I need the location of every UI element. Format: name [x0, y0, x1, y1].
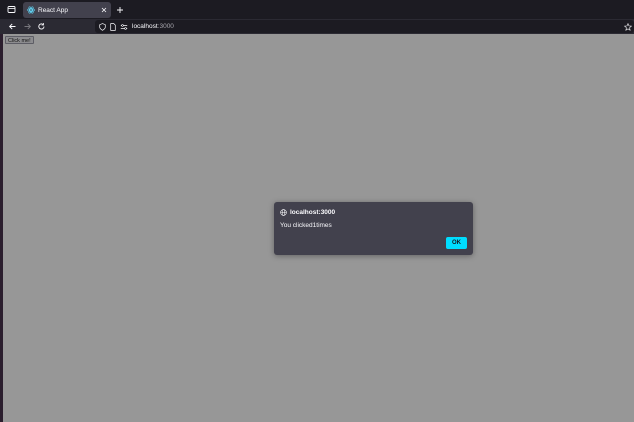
tab-title: React App [38, 6, 68, 14]
dialog-header: localhost:3000 [280, 208, 335, 217]
tab-list-icon[interactable] [5, 4, 17, 15]
nav-bar: localhost:3000 [0, 19, 634, 34]
plus-icon[interactable] [115, 4, 125, 15]
react-atom-icon [27, 6, 35, 14]
dialog-origin: localhost:3000 [290, 209, 336, 216]
page-icon[interactable] [109, 22, 117, 31]
ok-button[interactable]: OK [446, 237, 467, 249]
dialog-message: You clicked1times [280, 222, 332, 229]
shield-icon[interactable] [98, 22, 106, 31]
permissions-icon[interactable] [120, 22, 128, 31]
close-icon[interactable] [100, 7, 107, 14]
tab-strip: React App [0, 0, 634, 19]
globe-icon [280, 209, 287, 216]
url-host: localhost [132, 23, 158, 30]
star-icon[interactable] [624, 22, 632, 31]
forward-arrow-icon[interactable] [22, 21, 33, 32]
url-port: :3000 [157, 23, 174, 30]
url-bar[interactable]: localhost:3000 [95, 20, 634, 33]
tab-react-app[interactable]: React App [23, 2, 111, 18]
back-arrow-icon[interactable] [7, 21, 18, 32]
reload-icon[interactable] [36, 21, 47, 32]
alert-dialog: localhost:3000 You clicked1times OK [274, 202, 473, 255]
url-text[interactable]: localhost:3000 [132, 22, 174, 31]
